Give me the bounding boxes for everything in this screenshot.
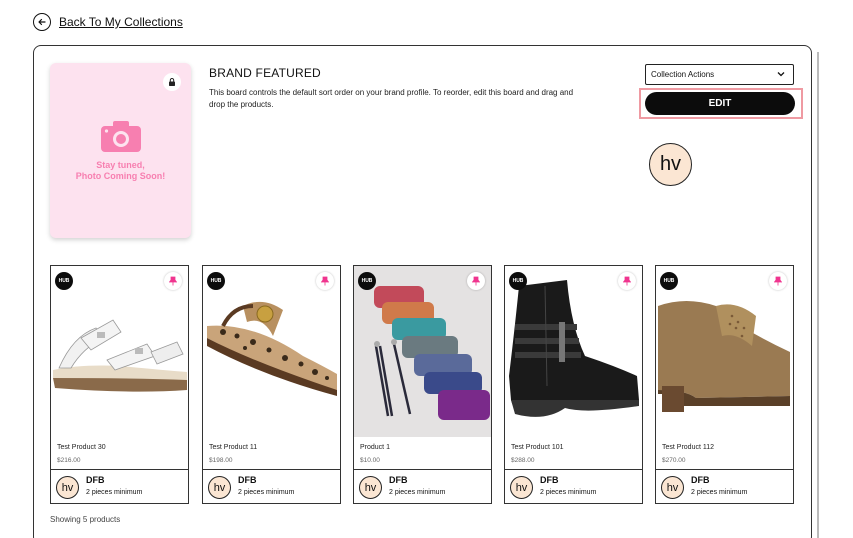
vendor-row[interactable]: hv DFB 2 pieces minimum: [51, 469, 188, 503]
product-price: $216.00: [57, 457, 81, 464]
vendor-avatar: hv: [208, 476, 231, 499]
vendor-minimum: 2 pieces minimum: [540, 489, 597, 496]
product-image-black-boot[interactable]: [505, 266, 642, 437]
product-image-tan-bootie[interactable]: [656, 266, 793, 437]
chevron-down-icon: [777, 70, 785, 79]
vendor-row[interactable]: hv DFB 2 pieces minimum: [656, 469, 793, 503]
product-image-white-sandal[interactable]: [51, 266, 188, 437]
vendor-minimum: 2 pieces minimum: [389, 489, 446, 496]
vendor-avatar: hv: [661, 476, 684, 499]
product-price: $10.00: [360, 457, 380, 464]
back-to-collections-link[interactable]: Back To My Collections: [33, 13, 183, 31]
vendor-name: DFB: [86, 475, 105, 485]
cover-placeholder-text: Stay tuned, Photo Coming Soon!: [50, 160, 191, 182]
collection-actions-select[interactable]: Collection Actions: [645, 64, 794, 85]
vendor-name: DFB: [238, 475, 257, 485]
cover-text-line2: Photo Coming Soon!: [75, 171, 166, 181]
edit-button[interactable]: EDIT: [645, 92, 795, 115]
pin-icon[interactable]: [618, 272, 636, 290]
vendor-name: DFB: [389, 475, 408, 485]
panel-scroll-edge: [817, 52, 819, 538]
back-link-label: Back To My Collections: [59, 15, 183, 29]
vendor-row[interactable]: hv DFB 2 pieces minimum: [505, 469, 642, 503]
product-price: $288.00: [511, 457, 535, 464]
pin-icon[interactable]: [164, 272, 182, 290]
product-name[interactable]: Test Product 30: [57, 444, 106, 451]
product-price: $198.00: [209, 457, 233, 464]
collection-actions-label: Collection Actions: [651, 70, 715, 79]
pin-icon[interactable]: [467, 272, 485, 290]
product-count: Showing 5 products: [50, 515, 121, 524]
vendor-avatar: hv: [359, 476, 382, 499]
product-price: $270.00: [662, 457, 686, 464]
vendor-avatar: hv: [510, 476, 533, 499]
product-name[interactable]: Product 1: [360, 444, 390, 451]
product-card[interactable]: HUB Test Product 30 $216.00 hv DFB 2 pie…: [50, 265, 189, 504]
hub-badge: HUB: [358, 272, 376, 290]
product-name[interactable]: Test Product 101: [511, 444, 564, 451]
vendor-minimum: 2 pieces minimum: [86, 489, 143, 496]
vendor-name: DFB: [691, 475, 710, 485]
hub-badge: HUB: [660, 272, 678, 290]
vendor-minimum: 2 pieces minimum: [691, 489, 748, 496]
vendor-avatar: hv: [56, 476, 79, 499]
camera-icon: [100, 119, 142, 158]
product-card[interactable]: HUB Product 1 $10.00 hv DFB 2 pieces min…: [353, 265, 492, 504]
arrow-left-icon: [33, 13, 51, 31]
vendor-name: DFB: [540, 475, 559, 485]
product-card[interactable]: HUB Test Product 101 $288.00 hv DFB 2 pi…: [504, 265, 643, 504]
pin-icon[interactable]: [769, 272, 787, 290]
product-card[interactable]: HUB Test Product 11 $198.00 hv DFB 2 pie…: [202, 265, 341, 504]
product-image-wallets[interactable]: [354, 266, 491, 437]
brand-avatar[interactable]: hv: [649, 143, 692, 186]
hub-badge: HUB: [207, 272, 225, 290]
vendor-row[interactable]: hv DFB 2 pieces minimum: [203, 469, 340, 503]
pin-icon[interactable]: [316, 272, 334, 290]
hub-badge: HUB: [509, 272, 527, 290]
product-name[interactable]: Test Product 11: [209, 444, 257, 451]
hub-badge: HUB: [55, 272, 73, 290]
product-name[interactable]: Test Product 112: [662, 444, 714, 451]
cover-text-line1: Stay tuned,: [96, 160, 145, 170]
vendor-minimum: 2 pieces minimum: [238, 489, 295, 496]
vendor-row[interactable]: hv DFB 2 pieces minimum: [354, 469, 491, 503]
collection-title: BRAND FEATURED: [209, 66, 321, 80]
product-card[interactable]: HUB Test Product 112 $270.00 hv DFB 2 pi…: [655, 265, 794, 504]
collection-cover: Stay tuned, Photo Coming Soon!: [50, 63, 191, 238]
collection-description: This board controls the default sort ord…: [209, 88, 574, 109]
lock-icon[interactable]: [163, 73, 181, 91]
edit-button-highlight: EDIT: [639, 88, 803, 119]
product-image-leopard-sandal[interactable]: [203, 266, 340, 437]
